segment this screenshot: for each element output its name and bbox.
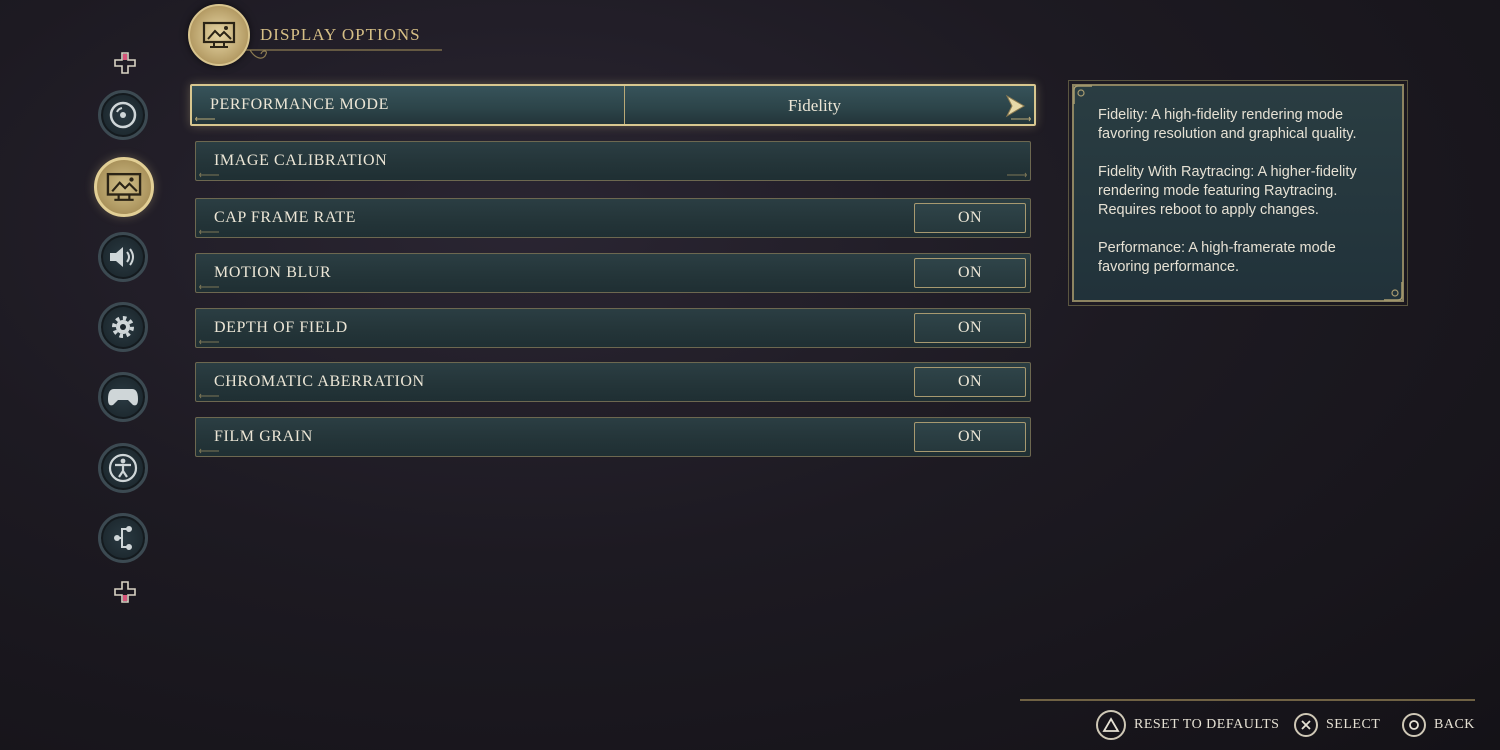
- dpad-down-icon: [114, 581, 136, 603]
- setting-label: CAP FRAME RATE: [214, 209, 357, 226]
- corner-ornament: [1384, 282, 1403, 301]
- corner-ornament: [199, 229, 219, 235]
- corner-ornament: [195, 116, 215, 122]
- setting-label: CHROMATIC ABERRATION: [214, 373, 425, 390]
- reset-to-defaults-button[interactable]: RESET TO DEFAULTS: [1096, 710, 1279, 740]
- setting-row-film-grain[interactable]: FILM GRAIN ON: [195, 417, 1031, 457]
- description-fidelity-raytracing: Fidelity With Raytracing: A higher-fidel…: [1098, 164, 1357, 218]
- description-panel: Fidelity: A high-fidelity rendering mode…: [1068, 80, 1408, 306]
- reset-label: RESET TO DEFAULTS: [1134, 717, 1280, 732]
- corner-ornament: [1011, 116, 1031, 122]
- corner-ornament: [1073, 85, 1092, 104]
- header-ornament: [246, 49, 442, 59]
- back-button[interactable]: BACK: [1402, 710, 1475, 740]
- toggle-value[interactable]: ON: [914, 258, 1026, 288]
- gear-icon[interactable]: [98, 302, 148, 352]
- setting-label: PERFORMANCE MODE: [210, 96, 389, 113]
- dpad-up-icon: [114, 52, 136, 74]
- setting-row-performance-mode[interactable]: PERFORMANCE MODE Fidelity: [190, 84, 1036, 126]
- setting-row-image-calibration[interactable]: IMAGE CALIBRATION: [195, 141, 1031, 181]
- controller-icon[interactable]: [98, 372, 148, 422]
- disc-icon[interactable]: [98, 90, 148, 140]
- toggle-value[interactable]: ON: [914, 367, 1026, 397]
- setting-row-cap-frame-rate[interactable]: CAP FRAME RATE ON: [195, 198, 1031, 238]
- toggle-value[interactable]: ON: [914, 313, 1026, 343]
- select-button[interactable]: SELECT: [1294, 710, 1380, 740]
- description-performance: Performance: A high-framerate mode favor…: [1098, 240, 1336, 275]
- corner-ornament: [199, 172, 219, 178]
- network-icon[interactable]: [98, 513, 148, 563]
- accessibility-icon[interactable]: [98, 443, 148, 493]
- speaker-icon[interactable]: [98, 232, 148, 282]
- setting-label: IMAGE CALIBRATION: [214, 152, 388, 169]
- corner-ornament: [199, 448, 219, 454]
- corner-ornament: [1007, 172, 1027, 178]
- setting-row-depth-of-field[interactable]: DEPTH OF FIELD ON: [195, 308, 1031, 348]
- setting-row-motion-blur[interactable]: MOTION BLUR ON: [195, 253, 1031, 293]
- setting-row-chromatic-aberration[interactable]: CHROMATIC ABERRATION ON: [195, 362, 1031, 402]
- corner-ornament: [199, 339, 219, 345]
- setting-value: Fidelity: [788, 96, 841, 115]
- page-title: DISPLAY OPTIONS: [260, 25, 421, 44]
- footer-divider: [1020, 699, 1475, 701]
- toggle-value[interactable]: ON: [914, 203, 1026, 233]
- corner-ornament: [199, 393, 219, 399]
- back-label: BACK: [1434, 717, 1475, 732]
- cross-icon: [1294, 713, 1318, 737]
- triangle-icon: [1096, 710, 1126, 740]
- toggle-value[interactable]: ON: [914, 422, 1026, 452]
- select-label: SELECT: [1326, 717, 1381, 732]
- category-rail: [94, 50, 156, 610]
- corner-ornament: [199, 284, 219, 290]
- description-fidelity: Fidelity: A high-fidelity rendering mode…: [1098, 107, 1357, 142]
- setting-label: FILM GRAIN: [214, 428, 313, 445]
- setting-label: DEPTH OF FIELD: [214, 319, 348, 336]
- display-icon: [188, 4, 250, 66]
- circle-icon: [1402, 713, 1426, 737]
- display-icon[interactable]: [94, 157, 154, 217]
- arrow-right-icon[interactable]: [1004, 94, 1026, 118]
- page-header: DISPLAY OPTIONS: [188, 4, 448, 68]
- setting-label: MOTION BLUR: [214, 264, 332, 281]
